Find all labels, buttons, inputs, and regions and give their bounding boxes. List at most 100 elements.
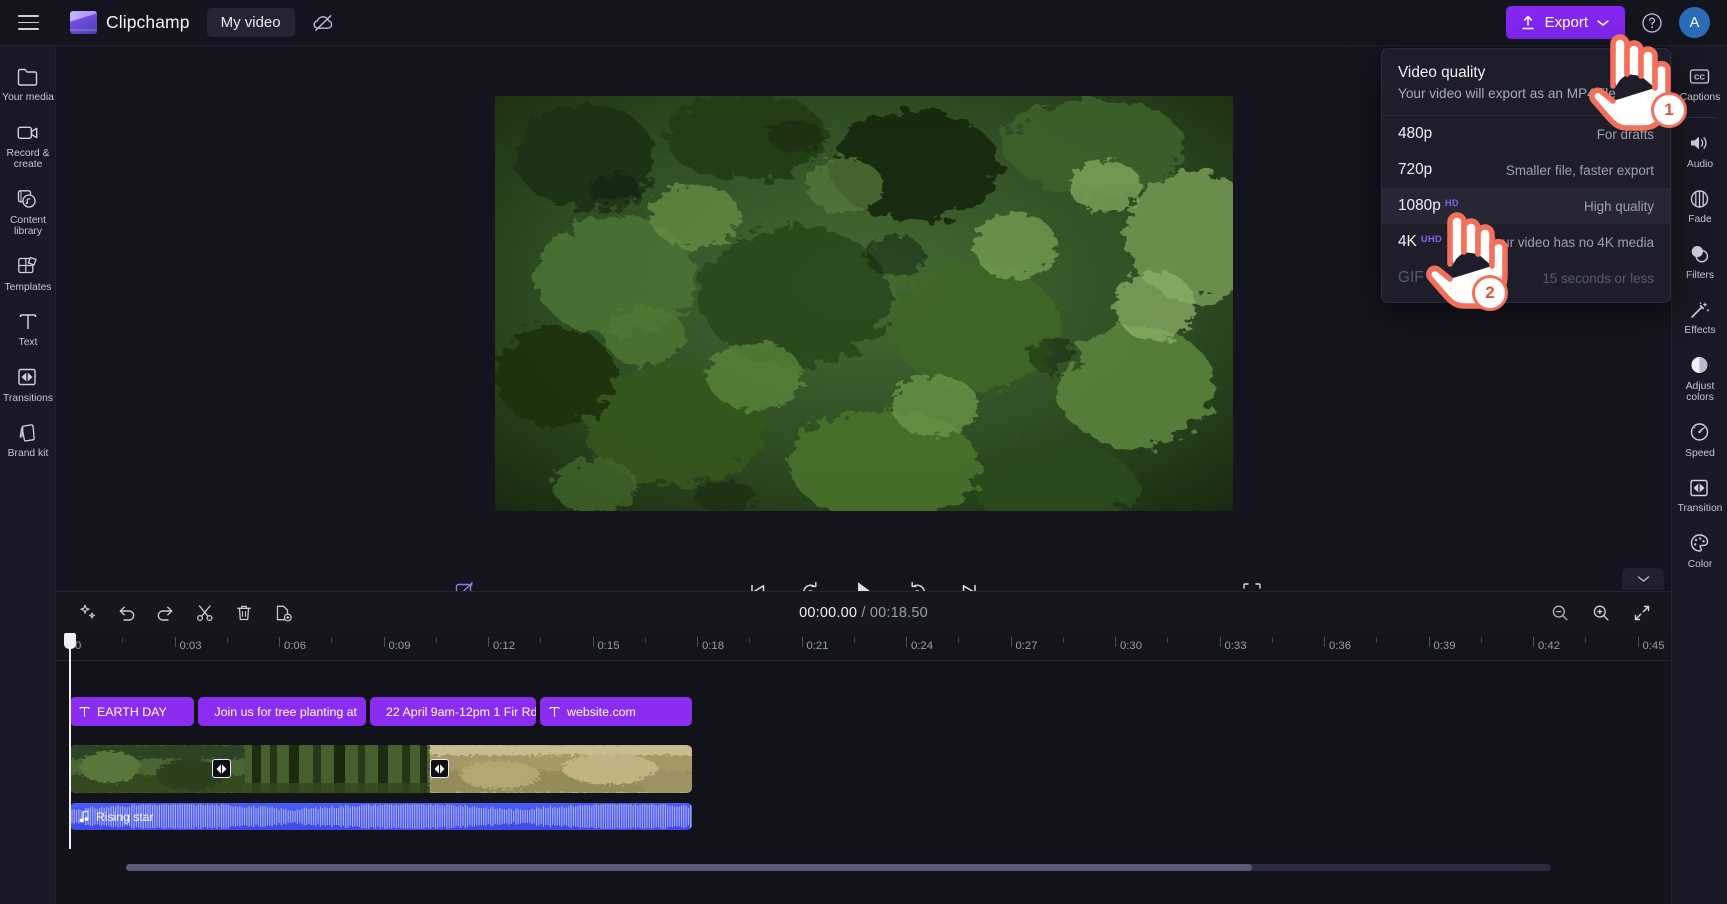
ruler-tick-mark (1533, 637, 1534, 647)
avatar[interactable]: A (1679, 7, 1710, 38)
fit-to-screen-icon[interactable] (1626, 597, 1657, 628)
templates-icon (16, 255, 40, 278)
ruler-tick-label: 0:12 (493, 640, 515, 652)
brand: Clipchamp (70, 11, 190, 34)
property-item-audio[interactable]: Audio (1672, 123, 1727, 179)
ruler-minor-tick-mark (749, 637, 751, 643)
chevron-down-icon (1637, 576, 1649, 582)
property-label: Captions (1679, 92, 1721, 103)
ruler-minor-tick-mark (331, 637, 333, 643)
dropdown-title: Video quality (1398, 64, 1486, 81)
sidebar-label: Brand kit (7, 448, 49, 459)
collapse-preview-button[interactable] (1622, 568, 1664, 590)
ruler-tick-label: 0:03 (179, 640, 202, 652)
ruler-tick-mark (1637, 637, 1639, 647)
ruler-minor-tick-mark (853, 637, 855, 643)
property-label: Fade (1688, 214, 1712, 225)
video-preview[interactable] (494, 96, 1233, 511)
brand-kit-icon (16, 421, 40, 444)
fade-icon (1688, 187, 1712, 210)
text-clip-label: EARTH DAY (97, 704, 167, 719)
scrollbar-thumb[interactable] (126, 864, 1252, 871)
chevron-down-icon (1597, 19, 1609, 26)
property-item-transition[interactable]: Transition (1672, 467, 1727, 523)
timeline-zoom-controls (1544, 597, 1657, 628)
timeline-horizontal-scrollbar[interactable] (126, 864, 1551, 871)
help-circle-icon[interactable] (1637, 8, 1667, 38)
export-label: Export (1544, 14, 1588, 31)
ruler-tick-label: 0:06 (284, 640, 306, 652)
timeline-toolbar: 00:00.00 / 00:18.50 (56, 591, 1671, 633)
audio-clip[interactable]: Rising star (70, 803, 692, 830)
filters-icon (1688, 243, 1712, 266)
text-clip[interactable]: Join us for tree planting at (198, 697, 366, 726)
quality-option-gif[interactable]: GIF 15 seconds or less (1382, 260, 1670, 296)
timeline-tools (56, 597, 298, 628)
time-separator: / (861, 604, 866, 621)
property-item-color[interactable]: Color (1672, 523, 1727, 579)
quality-option-480p[interactable]: 480p For drafts (1382, 116, 1670, 152)
sidebar-item-brand-kit[interactable]: Brand kit (0, 412, 56, 468)
text-clip-label: 22 April 9am-12pm 1 Fir Rd, (386, 704, 536, 719)
transition-handle[interactable] (430, 759, 449, 778)
hamburger-icon[interactable] (6, 1, 50, 45)
sparkle-icon[interactable] (72, 597, 103, 628)
sidebar-item-text[interactable]: Text (0, 301, 56, 357)
closed-captions-icon: CC (1688, 65, 1712, 88)
text-clip[interactable]: EARTH DAY (70, 697, 194, 726)
ruler-tick-label: 0:30 (1120, 640, 1142, 652)
sidebar-item-record-create[interactable]: Record & create (0, 112, 56, 179)
music-note-icon (79, 810, 89, 823)
playhead-handle[interactable] (64, 633, 76, 649)
ruler-minor-tick-mark (1585, 637, 1587, 643)
quality-description: High quality (1584, 198, 1654, 214)
redo-icon[interactable] (150, 597, 181, 628)
sidebar-item-your-media[interactable]: Your media (0, 56, 56, 112)
cloud-off-icon[interactable] (309, 8, 339, 38)
sidebar-item-content-library[interactable]: Content library (0, 179, 56, 246)
video-clip-group[interactable] (70, 745, 692, 793)
playhead[interactable] (64, 633, 76, 849)
transition-handle[interactable] (212, 759, 231, 778)
timeline-ruler[interactable]: 0 0:03 0:06 0:09 0:12 0:15 0:18 0:21 0:24 0:27 0:3… (56, 633, 1671, 661)
export-button[interactable]: Export (1505, 6, 1625, 39)
timeline-tracks: EARTH DAY Join us for tree planting at 2… (56, 661, 1671, 880)
ruler-minor-tick-mark (958, 637, 960, 643)
quality-option-4k[interactable]: 4K UHD Your video has no 4K media (1382, 224, 1670, 260)
sidebar-label: Your media (2, 92, 54, 103)
sidebar-item-transitions[interactable]: Transitions (0, 357, 56, 413)
scissors-icon[interactable] (189, 597, 220, 628)
quality-option-1080p[interactable]: 1080p HD High quality (1382, 188, 1670, 224)
sidebar-label: Content library (9, 214, 47, 238)
property-item-filters[interactable]: Filters (1672, 234, 1727, 290)
ruler-tick-label: 0:36 (1329, 640, 1351, 652)
ruler-tick-label: 0:15 (597, 640, 620, 652)
playhead-line (69, 649, 71, 849)
sidebar-label: Text (18, 337, 38, 348)
zoom-out-icon[interactable] (1544, 597, 1575, 628)
property-item-effects[interactable]: Effects (1672, 289, 1727, 345)
ruler-tick-label: 0:39 (1433, 640, 1456, 652)
text-clip[interactable]: website.com (540, 697, 692, 726)
ruler-minor-tick-mark (644, 637, 646, 643)
video-camera-icon (16, 121, 40, 144)
quality-option-720p[interactable]: 720p Smaller file, faster export (1382, 152, 1670, 188)
text-clip[interactable]: 22 April 9am-12pm 1 Fir Rd, (370, 697, 536, 726)
undo-icon[interactable] (111, 597, 142, 628)
text-t-icon (549, 706, 560, 717)
duplicate-icon[interactable] (267, 597, 298, 628)
property-item-speed[interactable]: Speed (1672, 412, 1727, 468)
zoom-in-icon[interactable] (1585, 597, 1616, 628)
sidebar-label: Record & create (6, 147, 50, 171)
sidebar-label: Transitions (3, 392, 53, 404)
trash-icon[interactable] (228, 597, 259, 628)
dropdown-header: Video quality Your video will export as … (1382, 49, 1670, 116)
folder-icon (16, 65, 40, 88)
ruler-minor-tick-mark (1167, 637, 1169, 643)
ruler-tick-mark (697, 637, 698, 647)
project-title[interactable]: My video (206, 8, 295, 37)
property-item-fade[interactable]: Fade (1672, 178, 1727, 234)
sidebar-item-templates[interactable]: Templates (0, 246, 56, 302)
property-item-adjust-colors[interactable]: Adjust colors (1672, 345, 1727, 412)
ruler-tick-mark (383, 637, 385, 647)
